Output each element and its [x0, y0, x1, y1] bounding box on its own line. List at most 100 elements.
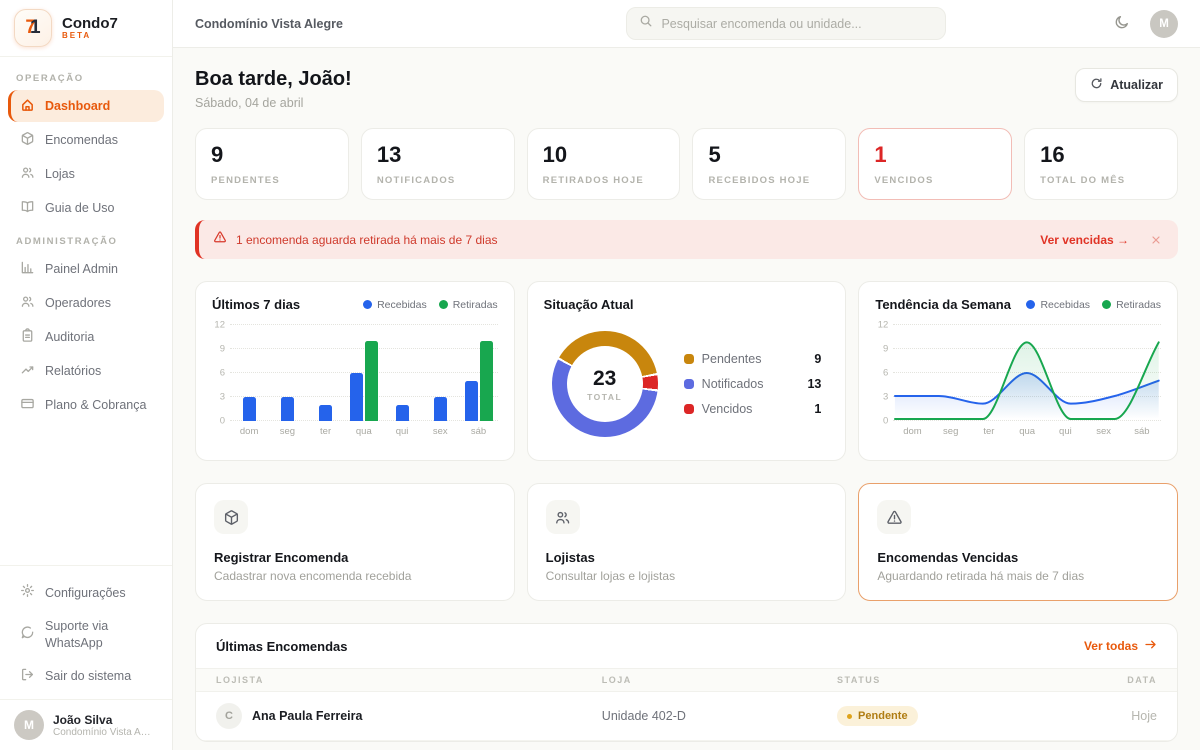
sidebar-item-relatorios[interactable]: Relatórios [8, 355, 164, 387]
dark-mode-toggle[interactable] [1110, 10, 1134, 37]
sidebar-item-operadores[interactable]: Operadores [8, 287, 164, 319]
stat-card-vencidos[interactable]: 1VENCIDOS [858, 128, 1012, 200]
sidebar-item-sair[interactable]: Sair do sistema [8, 660, 164, 693]
page-title: Boa tarde, João! [195, 68, 352, 91]
stat-card-recebidos-hoje[interactable]: 5RECEBIDOS HOJE [692, 128, 846, 200]
credit-card-icon [20, 396, 35, 414]
row-unit: Unidade 402-D [602, 709, 837, 723]
search-input[interactable] [661, 17, 933, 31]
condo-name: Condomínio Vista Alegre [195, 17, 343, 31]
action-card-registrar-encomenda[interactable]: Registrar Encomenda Cadastrar nova encom… [195, 483, 515, 601]
column-header-lojista: LOJISTA [216, 675, 602, 685]
sidebar-item-auditoria[interactable]: Auditoria [8, 321, 164, 353]
legend-dot-recebidas [363, 300, 372, 309]
header-avatar[interactable]: M [1150, 10, 1178, 38]
user-subtitle: Condomínio Vista Alegre [53, 727, 151, 738]
legend-label: Pendentes [702, 352, 762, 366]
refresh-button[interactable]: Atualizar [1075, 68, 1178, 102]
legend-dot-vencidos [684, 404, 694, 414]
column-header-status: STATUS [837, 675, 1025, 685]
legend-dot-pendentes [684, 354, 694, 364]
action-card-lojistas[interactable]: Lojistas Consultar lojas e lojistas [527, 483, 847, 601]
sidebar-nav: OPERAÇÃO Dashboard Encomendas Lojas Guia… [0, 57, 172, 423]
book-open-icon [20, 199, 35, 217]
stat-card-pendentes[interactable]: 9 PENDENTES [195, 128, 349, 200]
x-axis: domsegterquaquisexsáb [230, 426, 498, 437]
search-box[interactable] [626, 7, 946, 40]
legend-dot-notificados [684, 379, 694, 389]
view-overdue-link[interactable]: Ver vencidas → [1040, 233, 1129, 247]
sidebar-item-guia-de-uso[interactable]: Guia de Uso [8, 192, 164, 224]
clipboard-icon [20, 328, 35, 346]
donut-total-label: TOTAL [587, 392, 622, 402]
sidebar-item-label: Encomendas [45, 133, 118, 147]
moon-icon [1114, 14, 1130, 33]
section-label-administracao: ADMINISTRAÇÃO [0, 226, 172, 251]
legend-value: 9 [814, 352, 821, 366]
charts-row: Últimos 7 dias Recebidas Retiradas 03691… [195, 281, 1178, 461]
users-icon [546, 500, 580, 534]
sidebar-item-plano-cobranca[interactable]: Plano & Cobrança [8, 389, 164, 421]
arrow-right-icon [1144, 638, 1157, 654]
table-row[interactable]: C Ana Paula Ferreira Unidade 402-D Pende… [196, 692, 1177, 741]
stat-value: 5 [708, 142, 830, 168]
legend-label: Retiradas [1116, 299, 1161, 311]
legend-dot-retiradas [1102, 300, 1111, 309]
legend-label: Vencidos [702, 402, 753, 416]
donut-legend: Pendentes9 Notificados13 Vencidos1 [684, 352, 826, 416]
sidebar-item-label: Painel Admin [45, 262, 118, 276]
sidebar-item-dashboard[interactable]: Dashboard [8, 90, 164, 122]
stat-card-total-mes[interactable]: 16TOTAL DO MÊS [1024, 128, 1178, 200]
sidebar-item-lojas[interactable]: Lojas [8, 158, 164, 190]
sidebar-item-label: Dashboard [45, 99, 110, 113]
stat-card-notificados[interactable]: 13NOTIFICADOS [361, 128, 515, 200]
view-all-link[interactable]: Ver todas [1084, 638, 1157, 654]
stat-card-retirados-hoje[interactable]: 10RETIRADOS HOJE [527, 128, 681, 200]
chat-bubble-icon [20, 625, 35, 644]
sidebar-item-configuracoes[interactable]: Configurações [8, 576, 164, 609]
legend-label: Recebidas [1040, 299, 1090, 311]
legend-value: 13 [807, 377, 821, 391]
brand: 71 Condo7 BETA [0, 0, 172, 57]
line-chart-card: Tendência da Semana Recebidas Retiradas … [858, 281, 1178, 461]
stat-value: 9 [211, 142, 333, 168]
refresh-label: Atualizar [1110, 78, 1163, 92]
stat-label: PENDENTES [211, 175, 333, 186]
stat-value: 1 [874, 142, 996, 168]
table-title: Últimas Encomendas [216, 639, 348, 654]
legend-label: Retiradas [453, 299, 498, 311]
section-label-operacao: OPERAÇÃO [0, 63, 172, 88]
table-column-headers: LOJISTA LOJA STATUS DATA [196, 668, 1177, 692]
line-plot [893, 325, 1161, 421]
legend-label: Recebidas [377, 299, 427, 311]
sidebar-item-label: Sair do sistema [45, 668, 131, 684]
warning-icon [213, 230, 227, 249]
close-icon[interactable] [1148, 232, 1164, 248]
column-header-loja: LOJA [602, 675, 837, 685]
sidebar-footer: Configurações Suporte via WhatsApp Sair … [0, 565, 172, 699]
user-name: João Silva [53, 713, 151, 727]
sidebar-item-painel-admin[interactable]: Painel Admin [8, 253, 164, 285]
home-icon [20, 97, 35, 115]
action-title: Encomendas Vencidas [877, 550, 1159, 565]
action-card-encomendas-vencidas[interactable]: Encomendas Vencidas Aguardando retirada … [858, 483, 1178, 601]
sidebar-item-label: Relatórios [45, 364, 101, 378]
stat-value: 13 [377, 142, 499, 168]
main-area: Condomínio Vista Alegre M Boa tarde, Joã… [173, 0, 1200, 750]
sidebar-item-label: Auditoria [45, 330, 94, 344]
stat-label: RETIRADOS HOJE [543, 175, 665, 186]
condo7-logo-icon: 71 [14, 9, 52, 47]
bar-plot [230, 325, 498, 421]
user-avatar: M [14, 710, 44, 740]
sidebar-item-suporte-whatsapp[interactable]: Suporte via WhatsApp [8, 611, 143, 658]
sidebar: 71 Condo7 BETA OPERAÇÃO Dashboard Encome… [0, 0, 173, 750]
brand-name: Condo7 [62, 16, 118, 32]
package-icon [20, 131, 35, 149]
package-icon [214, 500, 248, 534]
sidebar-user[interactable]: M João Silva Condomínio Vista Alegre [0, 699, 172, 750]
legend-dot-retiradas [439, 300, 448, 309]
sidebar-item-encomendas[interactable]: Encomendas [8, 124, 164, 156]
status-badge: Pendente [837, 706, 918, 726]
legend-dot-recebidas [1026, 300, 1035, 309]
donut-chart: 23 TOTAL [552, 331, 658, 437]
